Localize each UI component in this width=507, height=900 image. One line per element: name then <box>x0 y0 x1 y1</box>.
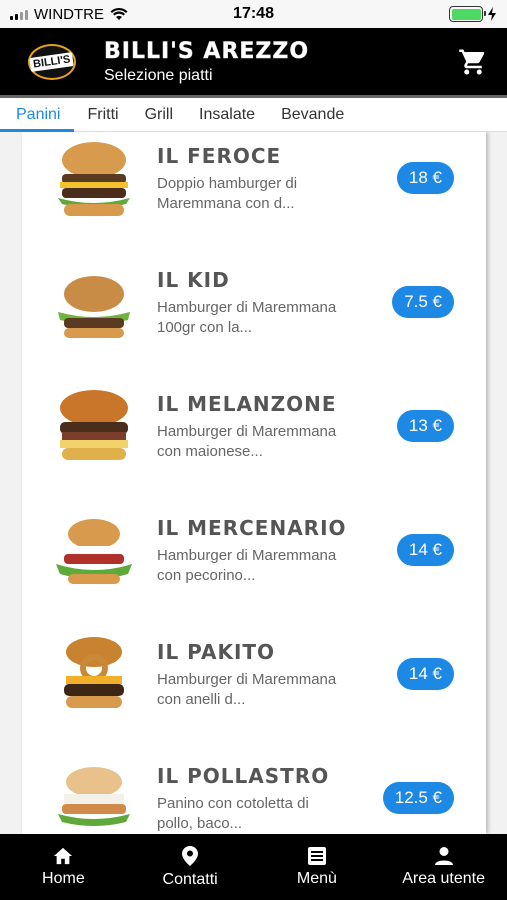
item-description: Hamburger di Maremmana con pecorino... <box>157 547 337 584</box>
nav-area-utente[interactable]: Area utente <box>380 834 507 900</box>
item-name: IL FEROCE <box>157 144 282 168</box>
burger-photo-icon <box>60 390 128 460</box>
battery-icon <box>449 6 486 22</box>
item-description: Hamburger di Maremmana con maionese... <box>157 423 337 460</box>
menu-item-il-kid[interactable]: IL KID Hamburger di Maremmana 100gr con l… <box>22 256 486 380</box>
cart-button[interactable] <box>455 44 491 80</box>
burger-photo-icon <box>58 276 130 338</box>
menu-item-il-melanzone[interactable]: IL MELANZONE Hamburger di Maremmana con m… <box>22 380 486 504</box>
tab-bevande[interactable]: Bevande <box>268 98 357 131</box>
item-description: Doppio hamburger di Maremmana con d... <box>157 175 298 212</box>
nav-menu-label: Menù <box>296 870 337 887</box>
location-pin-icon <box>182 846 199 866</box>
price-badge[interactable]: 14 € <box>396 658 454 690</box>
tab-grill[interactable]: Grill <box>132 98 186 131</box>
nav-home[interactable]: Home <box>0 834 127 900</box>
nav-home-label: Home <box>42 870 85 887</box>
menu-list[interactable]: IL FEROCE Doppio hamburger di Maremmana c… <box>22 132 486 834</box>
carrier-label: WINDTRE <box>34 5 104 23</box>
item-name: IL POLLASTRO <box>157 764 330 788</box>
menu-item-il-feroce[interactable]: IL FEROCE Doppio hamburger di Maremmana c… <box>22 132 486 256</box>
user-icon <box>434 847 453 865</box>
status-time: 17:48 <box>233 5 274 22</box>
tab-insalate[interactable]: Insalate <box>186 98 268 131</box>
item-description: Panino con cotoletta di pollo, baco... <box>157 795 309 832</box>
burger-photo-icon <box>58 142 130 216</box>
menu-list-icon <box>307 847 326 865</box>
status-bar: WINDTRE 17:48 <box>0 0 507 28</box>
item-name: IL MELANZONE <box>157 392 337 416</box>
item-description: Hamburger di Maremmana con anelli d... <box>157 671 337 708</box>
header-titles: BILLI'S AREZZO Selezione piatti <box>104 38 455 85</box>
nav-area-utente-label: Area utente <box>402 870 485 887</box>
nav-menu[interactable]: Menù <box>254 834 381 900</box>
bottom-navigation: Home Contatti Menù Area utente <box>0 834 507 900</box>
category-tabs: Panini Fritti Grill Insalate Bevande <box>0 98 507 132</box>
menu-list-container[interactable]: IL FEROCE Doppio hamburger di Maremmana c… <box>0 132 507 834</box>
cart-icon <box>459 49 485 74</box>
menu-item-il-mercenario[interactable]: IL MERCENARIO Hamburger di Maremmana con … <box>22 504 486 628</box>
tab-fritti[interactable]: Fritti <box>74 98 131 131</box>
menu-item-il-pollastro[interactable]: IL POLLASTRO Panino con cotoletta di poll… <box>22 752 486 834</box>
menu-item-il-pakito[interactable]: IL PAKITO Hamburger di Maremmana con anel… <box>22 628 486 752</box>
item-name: IL MERCENARIO <box>157 516 347 540</box>
item-name: IL KID <box>157 268 230 292</box>
status-right <box>449 6 497 22</box>
home-icon <box>54 847 73 865</box>
signal-icon <box>10 8 28 20</box>
status-left: WINDTRE <box>10 6 128 23</box>
nav-contatti-label: Contatti <box>162 871 218 888</box>
price-badge[interactable]: 12.5 € <box>382 782 454 814</box>
burger-photo-icon <box>56 519 132 584</box>
item-name: IL PAKITO <box>157 640 276 664</box>
price-badge[interactable]: 13 € <box>396 410 454 442</box>
price-badge[interactable]: 7.5 € <box>392 286 454 318</box>
item-description: Hamburger di Maremmana 100gr con la... <box>157 299 337 336</box>
app-subtitle: Selezione piatti <box>104 66 213 84</box>
price-badge[interactable]: 14 € <box>396 534 454 566</box>
nav-contatti[interactable]: Contatti <box>127 834 254 900</box>
brand-logo[interactable]: BILLI'S <box>24 42 80 82</box>
app-header: BILLI'S BILLI'S AREZZO Selezione piatti <box>0 28 507 98</box>
price-badge[interactable]: 18 € <box>396 162 454 194</box>
charging-icon <box>488 7 496 21</box>
wifi-icon <box>110 7 128 20</box>
app-title: BILLI'S AREZZO <box>104 38 310 64</box>
burger-photo-icon <box>64 637 124 708</box>
tab-panini[interactable]: Panini <box>0 98 75 132</box>
burger-photo-icon <box>58 767 130 826</box>
